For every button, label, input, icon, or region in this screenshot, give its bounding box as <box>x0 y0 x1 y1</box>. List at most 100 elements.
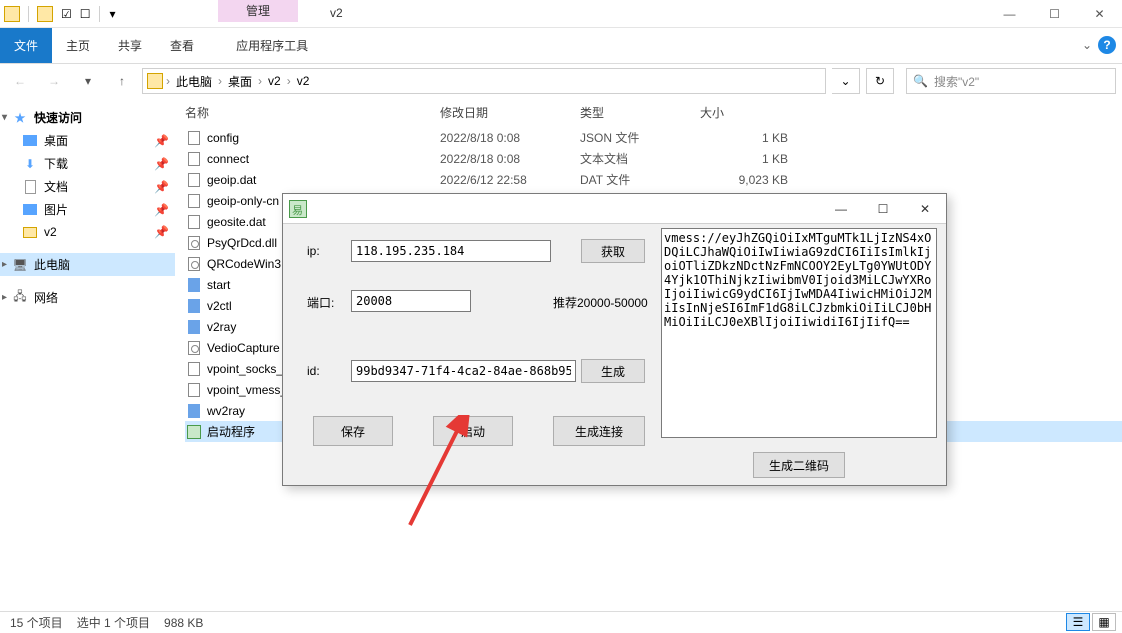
ribbon-collapse-icon[interactable]: ⌄ <box>1082 38 1092 52</box>
folder-icon <box>37 6 53 22</box>
tab-app-tools[interactable]: 应用程序工具 <box>222 28 322 63</box>
nav-documents[interactable]: 文档📌 <box>0 175 175 198</box>
file-date: 2022/6/12 22:58 <box>440 173 580 187</box>
generate-link-button[interactable]: 生成连接 <box>553 416 645 446</box>
port-label: 端口: <box>307 294 334 311</box>
port-input[interactable] <box>351 290 471 312</box>
file-name: connect <box>207 152 249 166</box>
file-icon <box>185 256 203 272</box>
checkbox-icon[interactable]: ☑ <box>61 7 72 21</box>
nav-downloads[interactable]: ⬇下载📌 <box>0 152 175 175</box>
status-bar: 15 个项目 选中 1 个项目 988 KB <box>0 611 1122 633</box>
file-name: vpoint_vmess_ <box>207 383 287 397</box>
tab-view[interactable]: 查看 <box>156 28 208 63</box>
file-icon <box>185 403 203 419</box>
breadcrumb-item[interactable]: 此电脑 <box>170 73 218 90</box>
id-label: id: <box>307 364 320 378</box>
breadcrumb-item[interactable]: v2 <box>291 74 316 88</box>
tab-share[interactable]: 共享 <box>104 28 156 63</box>
file-icon <box>185 151 203 167</box>
nav-quick-access[interactable]: ▾★快速访问 <box>0 106 175 129</box>
minimize-button[interactable]: — <box>987 0 1032 28</box>
search-input[interactable]: 🔍 搜索"v2" <box>906 68 1116 94</box>
view-thumbnails-button[interactable]: ▦ <box>1092 613 1116 631</box>
star-icon: ★ <box>12 110 28 126</box>
file-size: 1 KB <box>700 152 800 166</box>
file-row[interactable]: geoip.dat2022/6/12 22:58DAT 文件9,023 KB <box>185 169 1122 190</box>
address-bar: ← → ▾ ↑ › 此电脑 › 桌面 › v2 › v2 ⌄ ↻ 🔍 搜索"v2… <box>0 64 1122 98</box>
file-icon <box>185 235 203 251</box>
file-icon <box>185 340 203 356</box>
view-details-button[interactable]: ☰ <box>1066 613 1090 631</box>
file-icon <box>185 193 203 209</box>
file-date: 2022/8/18 0:08 <box>440 152 580 166</box>
col-type: 类型 <box>580 104 700 121</box>
nav-network[interactable]: ▸🖧网络 <box>0 286 175 309</box>
pin-icon: 📌 <box>154 225 169 239</box>
breadcrumb-item[interactable]: v2 <box>262 74 287 88</box>
status-size: 988 KB <box>164 616 203 630</box>
dialog-close-button[interactable]: ✕ <box>904 194 946 224</box>
nav-desktop[interactable]: 桌面📌 <box>0 129 175 152</box>
address-dropdown[interactable]: ⌄ <box>832 68 860 94</box>
id-input[interactable] <box>351 360 576 382</box>
window-title-bar: ☑ ☐ ▾ 管理 v2 — ☐ ✕ <box>0 0 1122 28</box>
window-title: v2 <box>330 6 343 20</box>
folder-icon <box>4 6 20 22</box>
col-modified: 修改日期 <box>440 104 580 121</box>
column-headers[interactable]: 名称 修改日期 类型 大小 <box>175 98 1122 127</box>
file-row[interactable]: connect 2022/8/18 0:08文本文档1 KB <box>185 148 1122 169</box>
nav-this-pc[interactable]: ▸🖥此电脑 <box>0 253 175 276</box>
file-name: 启动程序 <box>207 423 255 440</box>
dialog-maximize-button[interactable]: ☐ <box>862 194 904 224</box>
save-button[interactable]: 保存 <box>313 416 393 446</box>
pin-icon: 📌 <box>154 134 169 148</box>
forward-button[interactable]: → <box>40 67 68 95</box>
context-tab-header: 管理 <box>218 0 298 22</box>
file-name: VedioCapture <box>207 341 280 355</box>
checkbox-icon[interactable]: ☐ <box>80 7 91 21</box>
separator <box>28 6 29 22</box>
get-button[interactable]: 获取 <box>581 239 645 263</box>
breadcrumb[interactable]: › 此电脑 › 桌面 › v2 › v2 <box>142 68 826 94</box>
help-icon[interactable]: ? <box>1098 36 1116 54</box>
folder-icon <box>23 227 37 238</box>
refresh-button[interactable]: ↻ <box>866 68 894 94</box>
generate-qr-button[interactable]: 生成二维码 <box>753 452 845 478</box>
dialog-titlebar[interactable]: — ☐ ✕ <box>283 194 946 224</box>
nav-v2[interactable]: v2📌 <box>0 221 175 243</box>
file-size: 9,023 KB <box>700 173 800 187</box>
chevron-down-icon[interactable]: ▾ <box>108 9 118 19</box>
tab-file[interactable]: 文件 <box>0 28 52 63</box>
nav-pictures[interactable]: 图片📌 <box>0 198 175 221</box>
up-button[interactable]: ↑ <box>108 67 136 95</box>
pin-icon: 📌 <box>154 203 169 217</box>
maximize-button[interactable]: ☐ <box>1032 0 1077 28</box>
separator <box>99 6 100 22</box>
tab-home[interactable]: 主页 <box>52 28 104 63</box>
status-selected: 选中 1 个项目 <box>77 614 150 631</box>
close-button[interactable]: ✕ <box>1077 0 1122 28</box>
file-row[interactable]: config2022/8/18 0:08JSON 文件1 KB <box>185 127 1122 148</box>
app-icon <box>289 200 307 218</box>
file-icon <box>185 319 203 335</box>
start-button[interactable]: 启动 <box>433 416 513 446</box>
history-dropdown[interactable]: ▾ <box>74 67 102 95</box>
desktop-icon <box>23 135 37 146</box>
file-name: geoip-only-cn <box>207 194 279 208</box>
file-icon <box>185 214 203 230</box>
output-textarea[interactable]: vmess://eyJhZGQiOiIxMTguMTk1LjIzNS4xODQi… <box>661 228 937 438</box>
back-button[interactable]: ← <box>6 67 34 95</box>
ip-input[interactable] <box>351 240 551 262</box>
file-name: start <box>207 278 230 292</box>
file-icon <box>185 424 203 440</box>
port-hint: 推荐20000-50000 <box>553 294 648 311</box>
dialog-minimize-button[interactable]: — <box>820 194 862 224</box>
generate-button[interactable]: 生成 <box>581 359 645 383</box>
breadcrumb-item[interactable]: 桌面 <box>222 73 258 90</box>
launcher-dialog: — ☐ ✕ ip: 获取 端口: 推荐20000-50000 id: 生成 保存… <box>282 193 947 486</box>
file-type: 文本文档 <box>580 150 700 167</box>
file-type: DAT 文件 <box>580 171 700 188</box>
col-name: 名称 <box>185 104 440 121</box>
search-icon: 🔍 <box>913 74 928 88</box>
